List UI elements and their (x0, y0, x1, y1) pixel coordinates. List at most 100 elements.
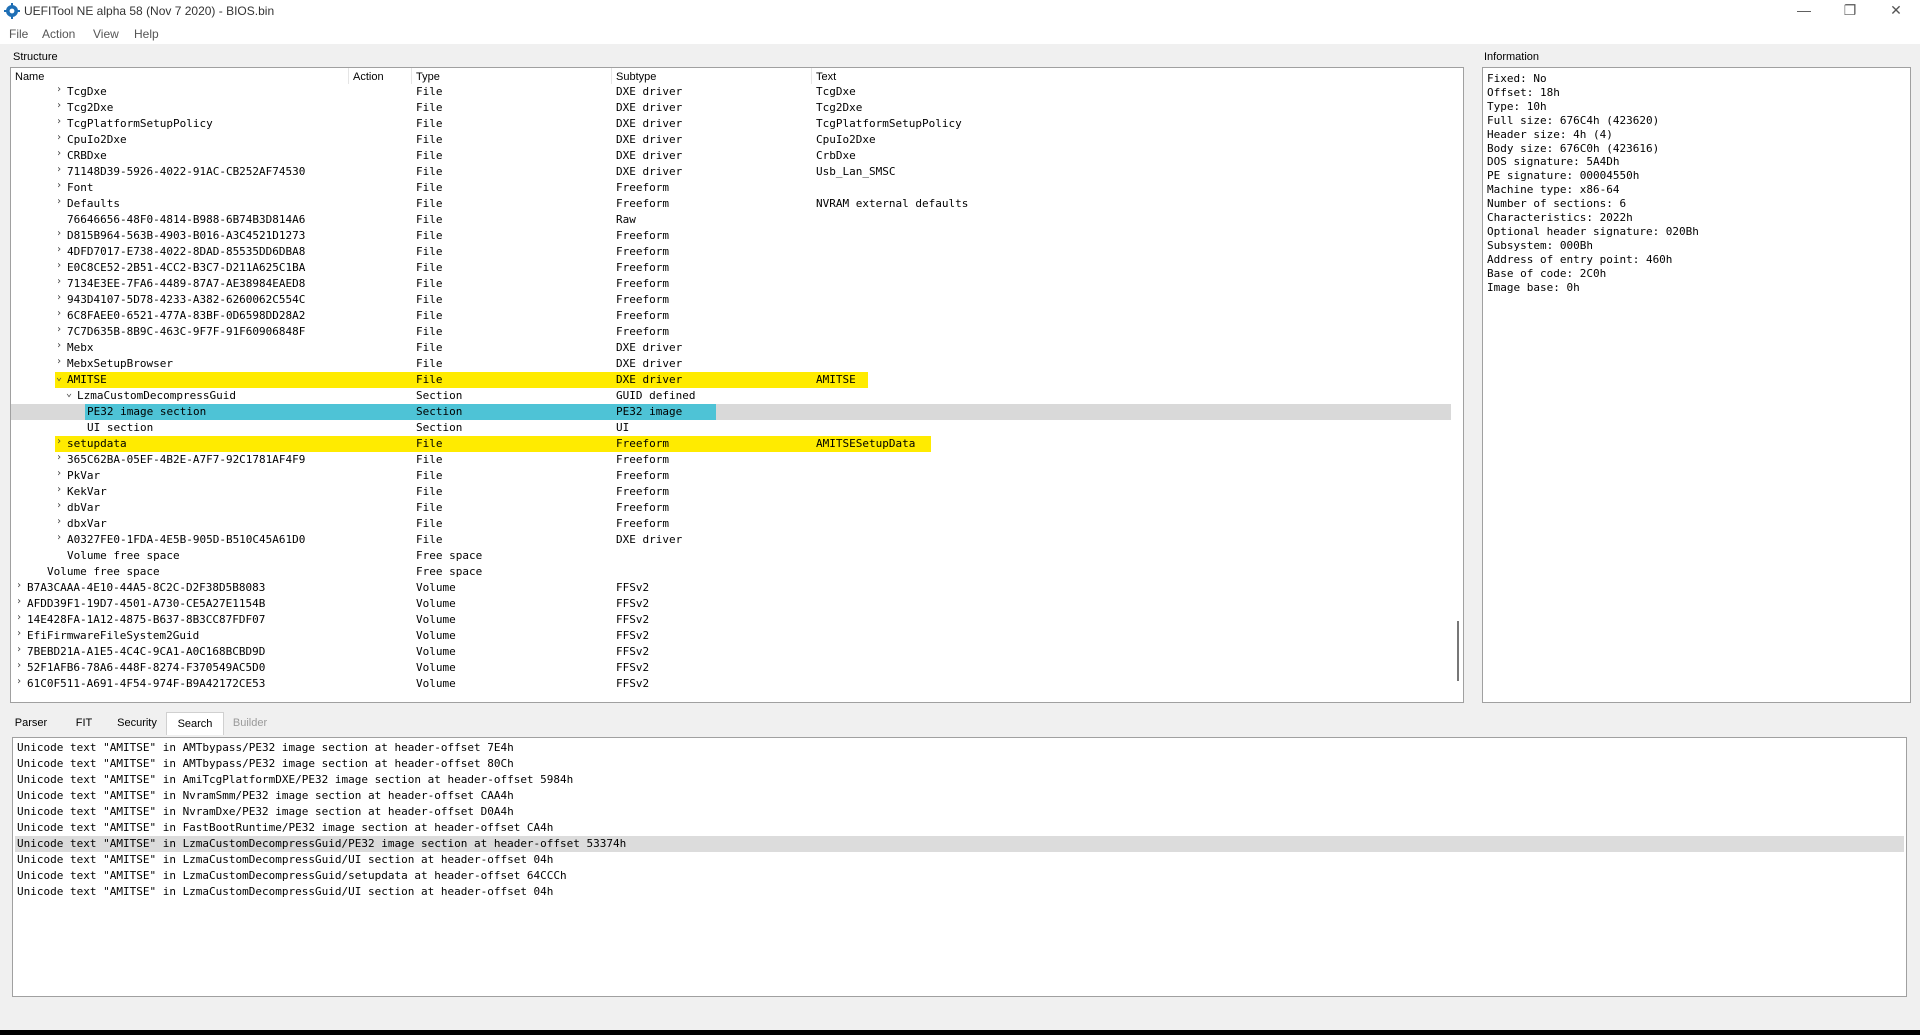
tree-row[interactable]: › 61C0F511-A691-4F54-974F-B9A42172CE53 Vol… (11, 676, 1451, 692)
chevron-right-icon[interactable]: › (54, 468, 64, 479)
chevron-right-icon[interactable]: › (54, 260, 64, 271)
tree-row[interactable]: › 7C7D635B-8B9C-463C-9F7F-91F60906848F Fil… (11, 324, 1451, 340)
tree-row[interactable]: › 943D4107-5D78-4233-A382-6260062C554C Fil… (11, 292, 1451, 308)
tree-row[interactable]: › CpuIo2Dxe File DXE driver CpuIo2Dxe (11, 132, 1451, 148)
tab-search[interactable]: Search (166, 712, 224, 735)
tree-row[interactable]: 76646656-48F0-4814-B988-6B74B3D814A6 File… (11, 212, 1451, 228)
tree-row[interactable]: › 4DFD7017-E738-4022-8DAD-85535DD6DBA8 Fil… (11, 244, 1451, 260)
chevron-down-icon[interactable]: ⌄ (54, 372, 64, 383)
information-panel[interactable]: Fixed: No Offset: 18h Type: 10h Full size: … (1482, 67, 1911, 703)
chevron-right-icon[interactable]: › (54, 324, 64, 335)
column-subtype-header[interactable]: Subtype (616, 71, 656, 83)
chevron-right-icon[interactable]: › (14, 660, 24, 671)
chevron-right-icon[interactable]: › (54, 244, 64, 255)
menu-help[interactable]: Help (134, 27, 159, 41)
column-text-header[interactable]: Text (816, 71, 836, 83)
search-result-item[interactable]: Unicode text "AMITSE" in NvramDxe/PE32 i… (15, 804, 1904, 820)
tree-row[interactable]: › 7134E3EE-7FA6-4489-87A7-AE38984EAED8 Fil… (11, 276, 1451, 292)
tree-row[interactable]: › A0327FE0-1FDA-4E5B-905D-B510C45A61D0 Fil… (11, 532, 1451, 548)
tree-row[interactable]: › B7A3CAAA-4E10-44A5-8C2C-D2F38D5B8083 Vol… (11, 580, 1451, 596)
tree-row[interactable]: UI section Section UI (11, 420, 1451, 436)
tree-row[interactable]: › dbxVar File Freeform (11, 516, 1451, 532)
maximize-button[interactable]: ❐ (1827, 0, 1873, 22)
tree-scroll-thumb[interactable] (1457, 621, 1459, 681)
menu-view[interactable]: View (93, 27, 119, 41)
search-result-item[interactable]: Unicode text "AMITSE" in FastBootRuntime… (15, 820, 1904, 836)
tree-row[interactable]: › 14E428FA-1A12-4875-B637-8B3CC87FDF07 Vol… (11, 612, 1451, 628)
search-result-item[interactable]: Unicode text "AMITSE" in LzmaCustomDecom… (15, 868, 1904, 884)
tree-row[interactable]: › E0C8CE52-2B51-4CC2-B3C7-D211A625C1BA Fil… (11, 260, 1451, 276)
tree-row[interactable]: › Tcg2Dxe File DXE driver Tcg2Dxe (11, 100, 1451, 116)
chevron-right-icon[interactable]: › (54, 452, 64, 463)
chevron-right-icon[interactable]: › (54, 100, 64, 111)
tree-row[interactable]: › setupdata File Freeform AMITSESetupData (11, 436, 1451, 452)
column-type-header[interactable]: Type (416, 71, 440, 83)
chevron-right-icon[interactable]: › (54, 276, 64, 287)
menu-file[interactable]: File (9, 27, 28, 41)
chevron-right-icon[interactable]: › (54, 500, 64, 511)
chevron-right-icon[interactable]: › (14, 580, 24, 591)
chevron-right-icon[interactable]: › (54, 308, 64, 319)
tree-row[interactable]: › TcgDxe File DXE driver TcgDxe (11, 84, 1451, 100)
tree-row[interactable]: › 52F1AFB6-78A6-448F-8274-F370549AC5D0 Vol… (11, 660, 1451, 676)
chevron-right-icon[interactable]: › (54, 116, 64, 127)
search-result-item[interactable]: Unicode text "AMITSE" in NvramSmm/PE32 i… (15, 788, 1904, 804)
tree-row[interactable]: › 71148D39-5926-4022-91AC-CB252AF74530 Fil… (11, 164, 1451, 180)
column-action-header[interactable]: Action (353, 71, 384, 83)
tab-security[interactable]: Security (107, 712, 167, 734)
search-result-item[interactable]: Unicode text "AMITSE" in AmiTcgPlatformD… (15, 772, 1904, 788)
chevron-right-icon[interactable]: › (54, 164, 64, 175)
close-button[interactable]: ✕ (1873, 0, 1919, 22)
tree-row[interactable]: › Mebx File DXE driver (11, 340, 1451, 356)
chevron-right-icon[interactable]: › (14, 596, 24, 607)
tree-row[interactable]: › KekVar File Freeform (11, 484, 1451, 500)
chevron-right-icon[interactable]: › (54, 340, 64, 351)
chevron-right-icon[interactable]: › (14, 676, 24, 687)
chevron-right-icon[interactable]: › (14, 644, 24, 655)
tree-row[interactable]: › MebxSetupBrowser File DXE driver (11, 356, 1451, 372)
chevron-right-icon[interactable]: › (54, 532, 64, 543)
chevron-right-icon[interactable]: › (54, 516, 64, 527)
tree-vertical-scrollbar[interactable] (1454, 68, 1463, 702)
chevron-right-icon[interactable]: › (54, 484, 64, 495)
tree-row[interactable]: › TcgPlatformSetupPolicy File DXE driver Tcg… (11, 116, 1451, 132)
chevron-right-icon[interactable]: › (54, 356, 64, 367)
chevron-right-icon[interactable]: › (54, 132, 64, 143)
search-result-item[interactable]: Unicode text "AMITSE" in LzmaCustomDecom… (15, 884, 1904, 900)
chevron-right-icon[interactable]: › (14, 628, 24, 639)
chevron-right-icon[interactable]: › (54, 180, 64, 191)
tree-row[interactable]: ⌄ AMITSE File DXE driver AMITSE (11, 372, 1451, 388)
tab-parser[interactable]: Parser (8, 712, 54, 734)
tree-row[interactable]: Volume free space Free space (11, 548, 1451, 564)
tree-row[interactable]: › dbVar File Freeform (11, 500, 1451, 516)
chevron-right-icon[interactable]: › (54, 148, 64, 159)
tree-row[interactable]: › AFDD39F1-19D7-4501-A730-CE5A27E1154B Vol… (11, 596, 1451, 612)
search-result-item[interactable]: Unicode text "AMITSE" in AMTbypass/PE32 … (15, 740, 1904, 756)
tree-row[interactable]: PE32 image section Section PE32 image (11, 404, 1451, 420)
tree-row[interactable]: › CRBDxe File DXE driver CrbDxe (11, 148, 1451, 164)
tab-fit[interactable]: FIT (64, 712, 104, 734)
tree-row[interactable]: ⌄ LzmaCustomDecompressGuid Section GUID def… (11, 388, 1451, 404)
chevron-right-icon[interactable]: › (54, 436, 64, 447)
chevron-down-icon[interactable]: ⌄ (64, 388, 74, 399)
chevron-right-icon[interactable]: › (54, 292, 64, 303)
tree-row[interactable]: › Font File Freeform (11, 180, 1451, 196)
search-result-item[interactable]: Unicode text "AMITSE" in LzmaCustomDecom… (15, 836, 1904, 852)
tree-row[interactable]: › EfiFirmwareFileSystem2Guid Volume FFSv2 (11, 628, 1451, 644)
chevron-right-icon[interactable]: › (54, 228, 64, 239)
search-results-list[interactable]: Unicode text "AMITSE" in AMTbypass/PE32 … (12, 737, 1907, 997)
menu-action[interactable]: Action (42, 27, 75, 41)
tree-row[interactable]: Volume free space Free space (11, 564, 1451, 580)
search-result-item[interactable]: Unicode text "AMITSE" in LzmaCustomDecom… (15, 852, 1904, 868)
tree-row[interactable]: › PkVar File Freeform (11, 468, 1451, 484)
tree-row[interactable]: › 7BEBD21A-A1E5-4C4C-9CA1-A0C168BCBD9D Vol… (11, 644, 1451, 660)
tree-row[interactable]: › D815B964-563B-4903-B016-A3C4521D1273 Fil… (11, 228, 1451, 244)
tree-row[interactable]: › Defaults File Freeform NVRAM external defa… (11, 196, 1451, 212)
tree-row[interactable]: › 6C8FAEE0-6521-477A-83BF-0D6598DD28A2 Fil… (11, 308, 1451, 324)
chevron-right-icon[interactable]: › (54, 196, 64, 207)
chevron-right-icon[interactable]: › (54, 84, 64, 95)
column-name-header[interactable]: Name (15, 71, 44, 83)
chevron-right-icon[interactable]: › (14, 612, 24, 623)
minimize-button[interactable]: — (1781, 0, 1827, 22)
structure-tree[interactable]: Name Action Type Subtype Text › TcgDxe Fil… (10, 67, 1464, 703)
